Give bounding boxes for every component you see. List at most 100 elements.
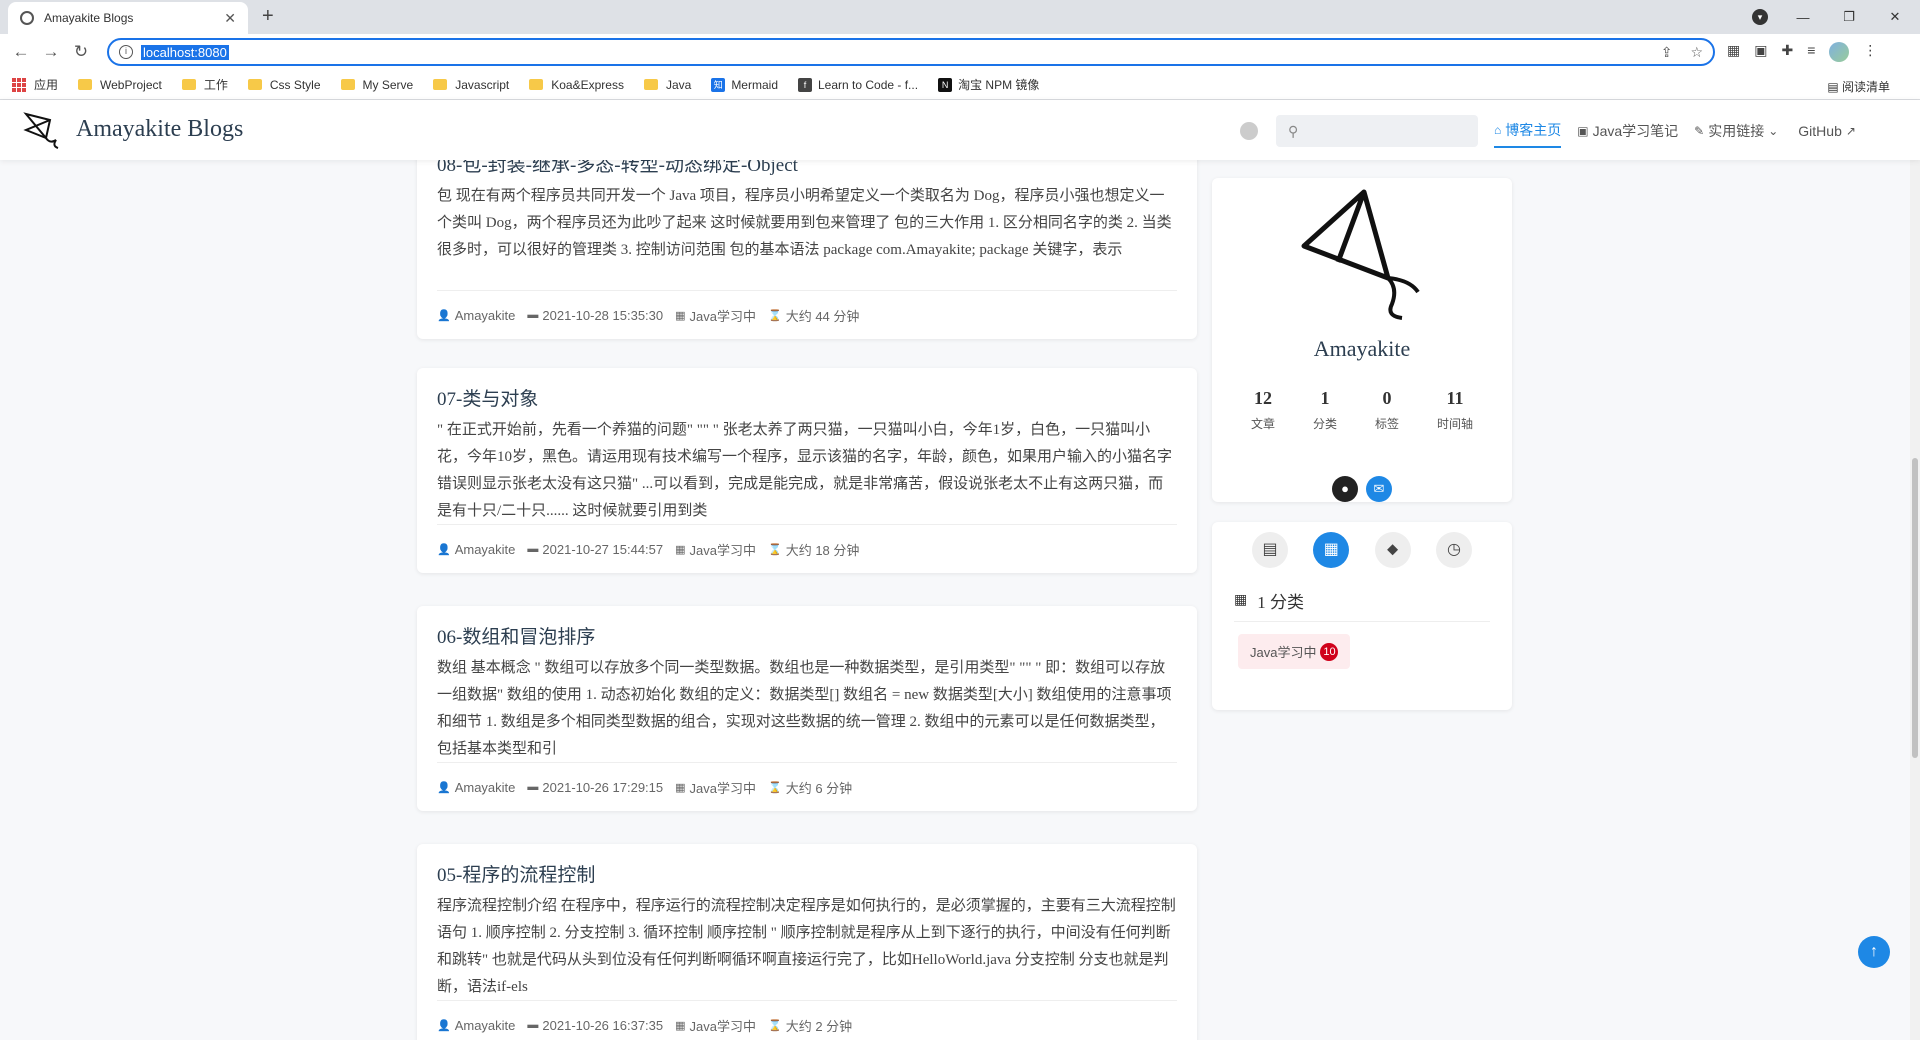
info-icon[interactable]: i xyxy=(119,45,133,59)
post-category[interactable]: Java学习中 xyxy=(690,306,756,325)
extensions-area: ▦ ▣ ✚ ≡ ⋮ xyxy=(1727,42,1877,62)
nav-github[interactable]: GitHub ↗ xyxy=(1798,114,1860,148)
close-window-button[interactable]: ✕ xyxy=(1872,9,1918,25)
header-nav: ⚲ ⌂ 博客主页 ▣ Java学习笔记 ✎ 实用链接 ⌄ GitHub ↗ xyxy=(1240,114,1876,148)
folder-icon xyxy=(78,79,93,90)
post-author[interactable]: Amayakite xyxy=(455,308,516,323)
social-links: ● ✉ xyxy=(1212,476,1512,502)
search-input[interactable] xyxy=(1306,123,1467,139)
post-card[interactable]: 05-程序的流程控制 程序流程控制介绍 在程序中，程序运行的流程控制决定程序是如… xyxy=(417,844,1197,1040)
post-card[interactable]: 07-类与对象 " 在正式开始前，先看一个养猫的问题" "" " 张老太养了两只… xyxy=(417,368,1197,573)
tab-title: Amayakite Blogs xyxy=(44,11,134,25)
post-category[interactable]: Java学习中 xyxy=(690,778,756,797)
post-category[interactable]: Java学习中 xyxy=(690,540,756,559)
nav-java-notes[interactable]: ▣ Java学习笔记 xyxy=(1577,114,1678,148)
hourglass-icon: ⌛ xyxy=(768,309,782,322)
post-card[interactable]: 08-包-封装-继承-多态-转型-动态绑定-Object 包 现在有两个程序员共… xyxy=(417,160,1197,339)
nav-home[interactable]: ⌂ 博客主页 xyxy=(1494,114,1562,148)
post-title[interactable]: 05-程序的流程控制 xyxy=(437,860,1177,887)
media-icon[interactable]: ≡ xyxy=(1807,42,1815,62)
main-content: 08-包-封装-继承-多态-转型-动态绑定-Object 包 现在有两个程序员共… xyxy=(0,160,1920,1040)
back-to-top-button[interactable]: ↑ xyxy=(1858,936,1890,968)
scrollbar-thumb[interactable] xyxy=(1912,458,1918,758)
freecodecamp-icon: f xyxy=(798,77,812,92)
bookmark-folder[interactable]: Javascript xyxy=(433,78,509,92)
post-read-time: 大约 18 分钟 xyxy=(785,542,860,558)
address-bar[interactable]: i localhost:8080 ⇪ ☆ xyxy=(107,38,1715,66)
forward-icon[interactable]: → xyxy=(36,42,66,62)
calendar-icon: ▬ xyxy=(527,1019,539,1031)
extension-icon[interactable]: ▣ xyxy=(1754,42,1767,62)
tag-icon[interactable]: ⬥ xyxy=(1374,532,1411,568)
github-icon[interactable]: ● xyxy=(1332,476,1358,502)
bookmark-folder[interactable]: Css Style xyxy=(247,78,321,92)
post-category[interactable]: Java学习中 xyxy=(690,1016,756,1035)
nav-useful-links[interactable]: ✎ 实用链接 ⌄ xyxy=(1694,114,1782,148)
browser-tab[interactable]: Amayakite Blogs ✕ xyxy=(8,2,248,34)
folder-icon xyxy=(529,79,544,90)
menu-icon[interactable]: ⋮ xyxy=(1863,42,1877,62)
extension-badge-icon[interactable]: ▦ xyxy=(1727,42,1740,62)
kite-avatar-icon xyxy=(1301,189,1420,320)
bookmark-folder[interactable]: WebProject xyxy=(78,78,162,92)
category-small-icon: ▦ xyxy=(1234,593,1248,608)
bookmark-apps[interactable]: 应用 xyxy=(12,76,58,93)
mail-icon[interactable]: ✉ xyxy=(1366,476,1392,502)
stat-timeline[interactable]: 11 时间轴 xyxy=(1437,388,1473,432)
apps-icon xyxy=(12,77,26,92)
maximize-button[interactable]: ❐ xyxy=(1826,9,1872,25)
category-icon[interactable]: ▦ xyxy=(1313,532,1350,568)
site-title[interactable]: Amayakite Blogs xyxy=(76,116,243,143)
post-read-time: 大约 6 分钟 xyxy=(785,780,853,796)
post-excerpt: 数组 基本概念 " 数组可以存放多个同一类型数据。数组也是一种数据类型，是引用类… xyxy=(437,655,1177,763)
profile-name: Amayakite xyxy=(1313,336,1411,361)
hourglass-icon: ⌛ xyxy=(768,543,782,556)
tab-search-icon[interactable]: ▾ xyxy=(1752,9,1768,25)
search-box[interactable]: ⚲ xyxy=(1276,115,1478,147)
post-title[interactable]: 06-数组和冒泡排序 xyxy=(437,622,1177,649)
share-icon[interactable]: ⇪ xyxy=(1661,44,1673,61)
stat-articles[interactable]: 12 文章 xyxy=(1251,388,1275,432)
hourglass-icon: ⌛ xyxy=(768,1019,782,1032)
post-author[interactable]: Amayakite xyxy=(455,780,516,795)
hourglass-icon: ⌛ xyxy=(768,781,782,794)
post-author[interactable]: Amayakite xyxy=(455,1018,516,1033)
new-tab-button[interactable]: + xyxy=(262,5,274,28)
page-scrollbar[interactable] xyxy=(1910,100,1920,1040)
close-icon[interactable]: ✕ xyxy=(224,10,236,27)
url-text[interactable]: localhost:8080 xyxy=(141,44,229,60)
post-author[interactable]: Amayakite xyxy=(455,542,516,557)
puzzle-icon[interactable]: ✚ xyxy=(1781,42,1793,62)
post-date: 2021-10-28 15:35:30 xyxy=(542,307,664,323)
category-icon: ▦ xyxy=(675,781,686,794)
bookmark-folder[interactable]: 工作 xyxy=(181,76,228,93)
bookmark-link[interactable]: 知 Mermaid xyxy=(711,77,778,92)
star-icon[interactable]: ☆ xyxy=(1690,44,1703,61)
profile-avatar[interactable] xyxy=(1829,42,1850,62)
back-icon[interactable]: ← xyxy=(6,42,36,62)
post-meta: 👤 Amayakite ▬ 2021-10-27 15:44:57 ▦ Java学习中… xyxy=(437,525,1177,573)
reading-list-button[interactable]: ▤ 阅读清单 xyxy=(1827,78,1890,95)
post-card[interactable]: 06-数组和冒泡排序 数组 基本概念 " 数组可以存放多个同一类型数据。数组也是… xyxy=(417,606,1197,811)
theme-toggle-icon[interactable] xyxy=(1240,122,1258,140)
user-icon: 👤 xyxy=(437,543,451,556)
bookmark-link[interactable]: f Learn to Code - f... xyxy=(798,77,918,92)
clock-icon[interactable]: ◷ xyxy=(1435,532,1472,568)
bookmark-folder[interactable]: Java xyxy=(643,78,691,92)
bookmark-link[interactable]: N 淘宝 NPM 镜像 xyxy=(938,76,1039,93)
category-chip[interactable]: Java学习中 10 xyxy=(1238,634,1351,669)
post-meta: 👤 Amayakite ▬ 2021-10-26 16:37:35 ▦ Java学习中… xyxy=(437,1001,1177,1040)
bookmark-folder[interactable]: My Serve xyxy=(340,78,413,92)
post-title[interactable]: 07-类与对象 xyxy=(437,384,1177,411)
reload-icon[interactable]: ↻ xyxy=(66,42,96,62)
stat-tags[interactable]: 0 标签 xyxy=(1375,388,1399,432)
minimize-button[interactable]: — xyxy=(1780,10,1826,25)
user-icon: 👤 xyxy=(437,1019,451,1032)
folder-icon xyxy=(181,79,196,90)
stat-categories[interactable]: 1 分类 xyxy=(1313,388,1337,432)
window-controls: — ❐ ✕ xyxy=(1780,0,1918,34)
bookmark-folder[interactable]: Koa&Express xyxy=(529,78,624,92)
post-title[interactable]: 08-包-封装-继承-多态-转型-动态绑定-Object xyxy=(437,160,1177,177)
article-list-icon[interactable]: ▤ xyxy=(1252,532,1288,568)
kite-logo-icon[interactable] xyxy=(22,110,62,150)
